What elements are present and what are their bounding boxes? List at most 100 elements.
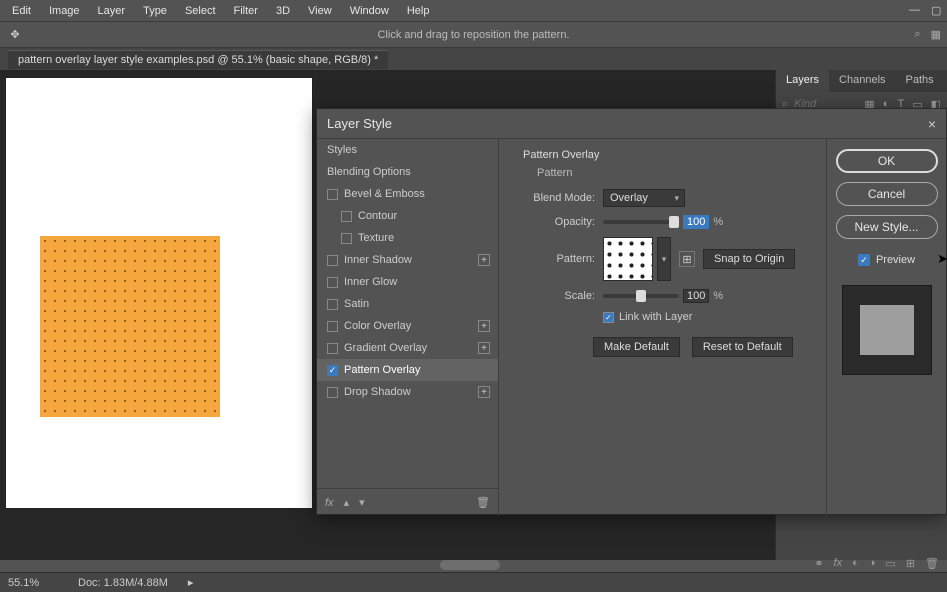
dialog-titlebar[interactable]: Layer Style × (317, 109, 946, 139)
menu-3d[interactable]: 3D (268, 2, 298, 20)
checkbox-icon[interactable] (327, 299, 338, 310)
effect-inner-glow[interactable]: Inner Glow (317, 271, 498, 293)
effect-drop-shadow[interactable]: Drop Shadow+ (317, 381, 498, 403)
cancel-button[interactable]: Cancel (836, 182, 938, 206)
trash-icon[interactable]: 🗑 (476, 496, 490, 509)
checkbox-icon[interactable] (327, 189, 338, 200)
maximize-icon[interactable]: ▢ (923, 1, 939, 20)
snap-to-origin-button[interactable]: Snap to Origin (703, 249, 795, 269)
trash-icon[interactable]: 🗑 (925, 557, 939, 570)
tab-paths[interactable]: Paths (896, 70, 944, 92)
menu-edit[interactable]: Edit (4, 2, 39, 20)
move-down-icon[interactable]: ▾ (359, 496, 365, 509)
checkbox-icon[interactable] (341, 211, 352, 222)
reset-default-button[interactable]: Reset to Default (692, 337, 793, 357)
checkbox-icon[interactable] (341, 233, 352, 244)
new-style-button[interactable]: New Style... (836, 215, 938, 239)
dialog-action-column: OK Cancel New Style... ✓ Preview (826, 139, 946, 516)
opacity-label: Opacity: (523, 216, 595, 228)
checkbox-icon[interactable] (327, 321, 338, 332)
checkbox-icon[interactable] (327, 255, 338, 266)
effect-bevel-emboss[interactable]: Bevel & Emboss (317, 183, 498, 205)
fx-icon[interactable]: fx (325, 497, 334, 509)
scale-slider[interactable] (603, 294, 679, 298)
document-tab-bar: pattern overlay layer style examples.psd… (0, 48, 947, 70)
basic-shape-layer[interactable] (40, 236, 220, 417)
link-layers-icon[interactable]: ⚭ (814, 557, 823, 570)
panel-tabs: Layers Channels Paths (776, 70, 947, 92)
minimize-icon[interactable]: — (901, 1, 917, 20)
ok-button[interactable]: OK (836, 149, 938, 173)
blending-options[interactable]: Blending Options (317, 161, 498, 183)
effect-pattern-overlay[interactable]: ✓Pattern Overlay (317, 359, 498, 381)
tab-layers[interactable]: Layers (776, 70, 829, 92)
workspace-icon[interactable]: ▦ (931, 28, 941, 41)
doc-info-chevron-icon[interactable]: ▸ (188, 576, 194, 589)
menu-view[interactable]: View (300, 2, 340, 20)
document-tab[interactable]: pattern overlay layer style examples.psd… (8, 50, 388, 69)
menu-type[interactable]: Type (135, 2, 175, 20)
effect-texture[interactable]: Texture (317, 227, 498, 249)
effect-label: Contour (358, 210, 397, 222)
layer-style-dialog: Layer Style × Styles Blending Options Be… (316, 108, 947, 515)
menu-image[interactable]: Image (41, 2, 88, 20)
opacity-value[interactable]: 100 (683, 215, 709, 229)
add-effect-icon[interactable]: + (478, 342, 490, 354)
close-icon[interactable]: × (928, 116, 936, 132)
link-checkbox[interactable]: ✓ (603, 312, 614, 323)
preview-label: Preview (876, 254, 915, 266)
pattern-swatch[interactable] (603, 237, 653, 281)
effect-inner-shadow[interactable]: Inner Shadow+ (317, 249, 498, 271)
add-effect-icon[interactable]: + (478, 320, 490, 332)
percent-label: % (713, 290, 723, 302)
scale-value[interactable]: 100 (683, 289, 709, 303)
checkbox-icon[interactable] (327, 343, 338, 354)
slider-thumb[interactable] (669, 216, 679, 228)
menu-bar: Edit Image Layer Type Select Filter 3D V… (0, 0, 947, 22)
layers-panel-footer: ⚭ fx ◐ ◑ ▭ ⊞ 🗑 (814, 557, 939, 570)
new-preset-icon[interactable]: ⊞ (679, 251, 695, 267)
zoom-level[interactable]: 55.1% (8, 577, 58, 589)
preview-checkbox[interactable]: ✓ (858, 254, 870, 266)
window-controls: — ▢ (901, 1, 943, 20)
styles-header[interactable]: Styles (317, 139, 498, 161)
styles-list-footer: fx ▴ ▾ 🗑 (317, 488, 498, 516)
checkbox-icon[interactable] (327, 277, 338, 288)
fx-icon[interactable]: fx (834, 557, 843, 570)
effect-label: Gradient Overlay (344, 342, 427, 354)
blend-mode-select[interactable]: Overlay (603, 189, 685, 207)
checkbox-icon[interactable]: ✓ (327, 365, 338, 376)
effect-satin[interactable]: Satin (317, 293, 498, 315)
menu-window[interactable]: Window (342, 2, 397, 20)
move-up-icon[interactable]: ▴ (344, 496, 350, 509)
doc-info[interactable]: Doc: 1.83M/4.88M (78, 577, 168, 589)
effect-label: Inner Glow (344, 276, 397, 288)
menu-layer[interactable]: Layer (90, 2, 134, 20)
add-effect-icon[interactable]: + (478, 254, 490, 266)
move-tool-icon[interactable]: ✥ (6, 26, 24, 44)
menu-filter[interactable]: Filter (226, 2, 266, 20)
effect-label: Color Overlay (344, 320, 411, 332)
effect-contour[interactable]: Contour (317, 205, 498, 227)
make-default-button[interactable]: Make Default (593, 337, 680, 357)
effect-color-overlay[interactable]: Color Overlay + (317, 315, 498, 337)
menu-select[interactable]: Select (177, 2, 224, 20)
link-with-layer-row: ✓ Link with Layer (603, 311, 810, 323)
add-effect-icon[interactable]: + (478, 386, 490, 398)
menu-help[interactable]: Help (399, 2, 438, 20)
styles-list: Styles Blending Options Bevel & Emboss C… (317, 139, 499, 516)
pattern-dropdown-icon[interactable]: ▾ (657, 237, 671, 281)
group-icon[interactable]: ▭ (885, 557, 895, 570)
search-app-icon[interactable]: ⌕ (914, 28, 920, 41)
preview-thumbnail-inner (860, 305, 914, 355)
checkbox-icon[interactable] (327, 387, 338, 398)
horizontal-scrollbar-thumb[interactable] (440, 560, 500, 570)
opacity-slider[interactable] (603, 220, 679, 224)
new-layer-icon[interactable]: ⊞ (906, 557, 915, 570)
adjustment-icon[interactable]: ◑ (869, 557, 876, 570)
effect-gradient-overlay[interactable]: Gradient Overlay + (317, 337, 498, 359)
tab-channels[interactable]: Channels (829, 70, 895, 92)
slider-thumb[interactable] (636, 290, 646, 302)
mask-icon[interactable]: ◐ (852, 557, 859, 570)
tool-hint: Click and drag to reposition the pattern… (377, 29, 569, 41)
